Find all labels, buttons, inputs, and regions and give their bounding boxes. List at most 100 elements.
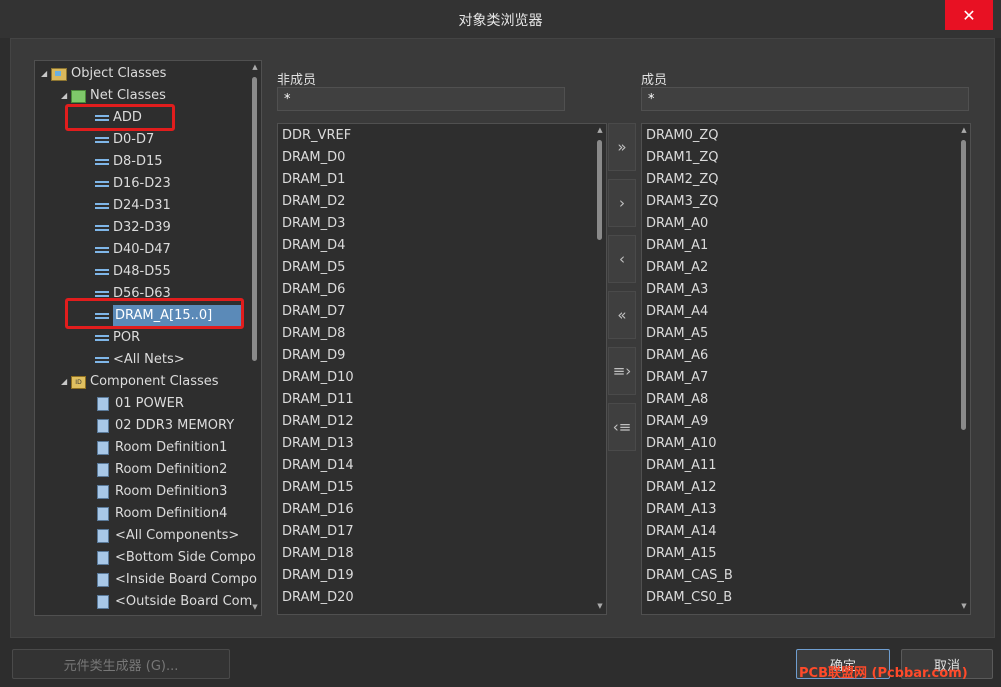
list-item[interactable]: DRAM_D9 bbox=[282, 345, 345, 367]
list-item[interactable]: DRAM_D19 bbox=[282, 565, 354, 587]
add-filtered-button[interactable]: ≡› bbox=[608, 347, 636, 395]
list-item[interactable]: DRAM2_ZQ bbox=[646, 169, 719, 191]
list-item[interactable]: DRAM_A9 bbox=[646, 411, 708, 433]
tree-net-item[interactable]: D40-D47 bbox=[85, 239, 171, 261]
add-selected-button[interactable]: › bbox=[608, 179, 636, 227]
list-item[interactable]: DRAM_D17 bbox=[282, 521, 354, 543]
class-tree[interactable]: ◢ Object Classes ◢ Net Classes ADD D0-D7 D8-D1… bbox=[34, 60, 262, 616]
list-item[interactable]: DRAM_A15 bbox=[646, 543, 717, 565]
scroll-up-icon[interactable]: ▲ bbox=[251, 63, 259, 71]
scroll-down-icon[interactable]: ▼ bbox=[251, 603, 259, 611]
list-item[interactable]: DRAM_A12 bbox=[646, 477, 717, 499]
list-item[interactable]: DRAM_D10 bbox=[282, 367, 354, 389]
list-item[interactable]: DRAM_CS0_B bbox=[646, 587, 732, 609]
scroll-down-icon[interactable]: ▼ bbox=[960, 602, 968, 610]
tree-component-item[interactable]: 02 DDR3 MEMORY bbox=[85, 415, 234, 437]
tree-root-object-classes[interactable]: ◢ Object Classes bbox=[41, 63, 166, 85]
list-item[interactable]: DRAM_D6 bbox=[282, 279, 345, 301]
list-item[interactable]: DRAM_A5 bbox=[646, 323, 708, 345]
tree-net-item[interactable]: POR bbox=[85, 327, 140, 349]
tree-component-item[interactable]: Room Definition1 bbox=[85, 437, 227, 459]
list-item[interactable]: DRAM3_ZQ bbox=[646, 191, 719, 213]
list-item[interactable]: DRAM_D13 bbox=[282, 433, 354, 455]
tree-item-label: 01 POWER bbox=[115, 396, 184, 411]
list-item[interactable]: DRAM_A8 bbox=[646, 389, 708, 411]
tree-net-item[interactable]: D32-D39 bbox=[85, 217, 171, 239]
list-item[interactable]: DRAM_D12 bbox=[282, 411, 354, 433]
non-members-list[interactable]: ▲ ▼ DDR_VREF DRAM_D0 DRAM_D1 DRAM_D2 DRAM_D3… bbox=[277, 123, 607, 615]
list-item[interactable]: DRAM_A3 bbox=[646, 279, 708, 301]
list-item[interactable]: DDR_VREF bbox=[282, 125, 351, 147]
list-item[interactable]: DRAM_D5 bbox=[282, 257, 345, 279]
list-item[interactable]: DRAM_A2 bbox=[646, 257, 708, 279]
tree-component-item[interactable]: Room Definition3 bbox=[85, 481, 227, 503]
list-item[interactable]: DRAM_A1 bbox=[646, 235, 708, 257]
scroll-up-icon[interactable]: ▲ bbox=[960, 126, 968, 134]
list-item[interactable]: DRAM0_ZQ bbox=[646, 125, 719, 147]
remove-selected-button[interactable]: ‹ bbox=[608, 235, 636, 283]
list-item[interactable]: DRAM_A6 bbox=[646, 345, 708, 367]
net-icon bbox=[95, 179, 109, 189]
tree-component-item[interactable]: <Inside Board Compo bbox=[85, 569, 257, 591]
list-item[interactable]: DRAM_D8 bbox=[282, 323, 345, 345]
list-item[interactable]: DRAM_A7 bbox=[646, 367, 708, 389]
list-item[interactable]: DRAM_D18 bbox=[282, 543, 354, 565]
tree-component-item[interactable]: <All Components> bbox=[85, 525, 239, 547]
list-item[interactable]: DRAM_A10 bbox=[646, 433, 717, 455]
list-item[interactable]: DRAM_D0 bbox=[282, 147, 345, 169]
list-item[interactable]: DRAM_D11 bbox=[282, 389, 354, 411]
class-generator-button[interactable]: 元件类生成器 (G)... bbox=[12, 649, 230, 679]
net-icon bbox=[95, 201, 109, 211]
list-item[interactable]: DRAM_A11 bbox=[646, 455, 717, 477]
list-item[interactable]: DRAM_D2 bbox=[282, 191, 345, 213]
list-item[interactable]: DRAM1_ZQ bbox=[646, 147, 719, 169]
list-item[interactable]: DRAM_A4 bbox=[646, 301, 708, 323]
list-item[interactable]: DRAM_D15 bbox=[282, 477, 354, 499]
scroll-down-icon[interactable]: ▼ bbox=[596, 602, 604, 610]
tree-net-item[interactable]: D0-D7 bbox=[85, 129, 154, 151]
non-members-filter[interactable]: * bbox=[277, 87, 565, 111]
members-filter[interactable]: * bbox=[641, 87, 969, 111]
tree-net-item[interactable]: D8-D15 bbox=[85, 151, 163, 173]
members-list[interactable]: ▲ ▼ DRAM0_ZQ DRAM1_ZQ DRAM2_ZQ DRAM3_ZQ DRAM… bbox=[641, 123, 971, 615]
non-members-scrollbar[interactable]: ▲ ▼ bbox=[596, 126, 604, 610]
scroll-thumb[interactable] bbox=[597, 140, 602, 240]
tree-component-item[interactable]: Room Definition4 bbox=[85, 503, 227, 525]
scroll-thumb[interactable] bbox=[252, 77, 257, 361]
tree-net-item[interactable]: D24-D31 bbox=[85, 195, 171, 217]
tree-net-item[interactable]: <All Nets> bbox=[85, 349, 185, 371]
list-item[interactable]: DRAM_D7 bbox=[282, 301, 345, 323]
tree-component-item[interactable]: 01 POWER bbox=[85, 393, 184, 415]
scroll-up-icon[interactable]: ▲ bbox=[596, 126, 604, 134]
tree-net-item[interactable]: D16-D23 bbox=[85, 173, 171, 195]
tree-component-classes[interactable]: ◢ ID Component Classes bbox=[61, 371, 219, 393]
expand-caret-icon[interactable]: ◢ bbox=[41, 63, 51, 85]
add-all-button[interactable]: » bbox=[608, 123, 636, 171]
list-item[interactable]: DRAM_A14 bbox=[646, 521, 717, 543]
list-item[interactable]: DRAM_D3 bbox=[282, 213, 345, 235]
scroll-thumb[interactable] bbox=[961, 140, 966, 430]
tree-item-label: Object Classes bbox=[71, 66, 167, 81]
remove-all-button[interactable]: « bbox=[608, 291, 636, 339]
list-item[interactable]: DRAM_D20 bbox=[282, 587, 354, 609]
list-item[interactable]: DRAM_CAS_B bbox=[646, 565, 733, 587]
list-item[interactable]: DRAM_A13 bbox=[646, 499, 717, 521]
tree-scrollbar[interactable]: ▲ ▼ bbox=[251, 63, 259, 611]
list-item[interactable]: DRAM_D14 bbox=[282, 455, 354, 477]
remove-filtered-button[interactable]: ‹≡ bbox=[608, 403, 636, 451]
members-scrollbar[interactable]: ▲ ▼ bbox=[960, 126, 968, 610]
comp-icon bbox=[97, 595, 109, 609]
close-button[interactable]: ✕ bbox=[945, 0, 993, 30]
tree-item-label: Room Definition1 bbox=[115, 440, 228, 455]
window-title: 对象类浏览器 bbox=[458, 13, 543, 29]
tree-net-item[interactable]: D48-D55 bbox=[85, 261, 171, 283]
tree-component-item[interactable]: <Outside Board Com bbox=[85, 591, 252, 613]
list-item[interactable]: DRAM_A0 bbox=[646, 213, 708, 235]
tree-component-item[interactable]: <Bottom Side Compo bbox=[85, 547, 256, 569]
tree-item-label: <All Components> bbox=[115, 528, 240, 543]
tree-component-item[interactable]: Room Definition2 bbox=[85, 459, 227, 481]
list-item[interactable]: DRAM_D1 bbox=[282, 169, 345, 191]
list-item[interactable]: DRAM_D16 bbox=[282, 499, 354, 521]
list-item[interactable]: DRAM_D4 bbox=[282, 235, 345, 257]
expand-caret-icon[interactable]: ◢ bbox=[61, 371, 71, 393]
